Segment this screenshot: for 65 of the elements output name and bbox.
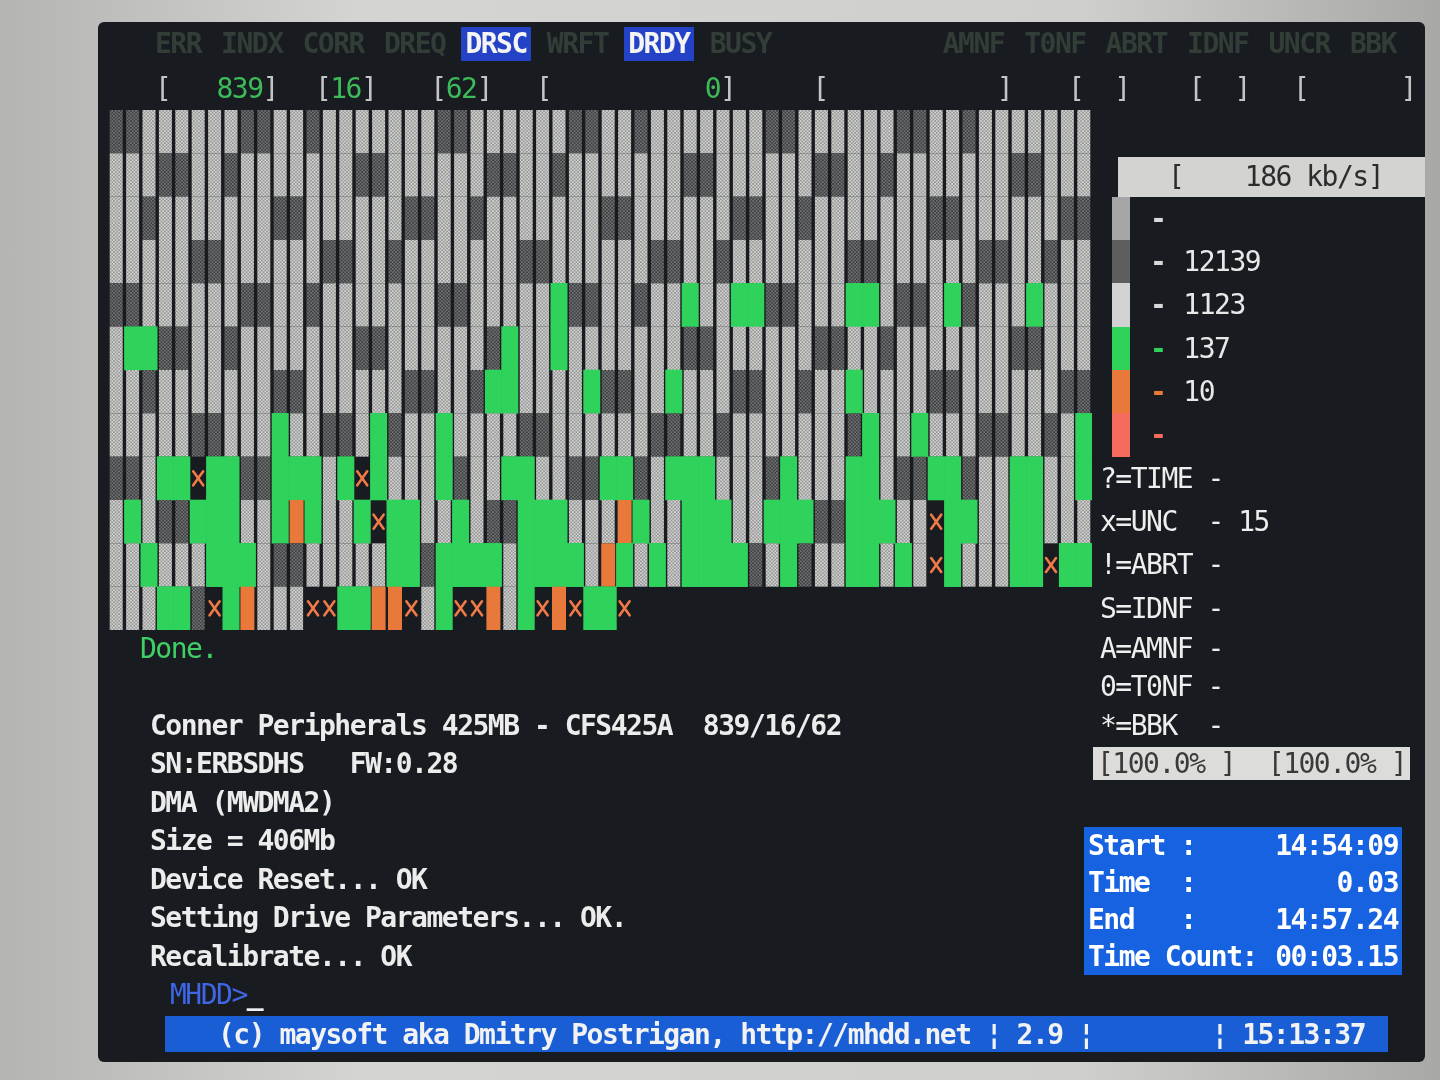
legend-count: 137 — [1183, 331, 1230, 365]
error-legend-item: ?=TIME - — [1100, 461, 1223, 495]
legend-dash: - — [1150, 331, 1166, 365]
cross-icon — [1044, 556, 1058, 574]
console-line: DMA (MWDMA2) — [150, 785, 335, 819]
timing-label: Start : — [1088, 829, 1196, 863]
cross-icon — [323, 600, 336, 617]
status-bar-clock: ¦ 15:13:37 — [1211, 1017, 1365, 1051]
cross-icon — [929, 556, 943, 574]
legend-dash: - — [1150, 201, 1166, 235]
legend-dash: - — [1150, 375, 1166, 409]
position-readout: [ 839] — [155, 71, 278, 105]
legend-count: 12139 — [1183, 245, 1261, 279]
cross-icon — [618, 600, 631, 617]
status-flag-label: DRSC — [461, 27, 531, 61]
timing-value: 0.03 — [1336, 866, 1398, 900]
status-bar-text: (c) maysoft aka Dmitry Postrigan, http://mhdd.net ¦ 2.9 ¦ — [218, 1017, 1094, 1051]
error-legend-item: *=BBK - — [1100, 708, 1223, 742]
position-readout: [ ] — [1292, 71, 1416, 105]
cross-icon — [191, 470, 205, 487]
command-prompt: MHDD> — [170, 978, 247, 1012]
error-legend-item: A=AMNF - — [1100, 632, 1223, 666]
status-flag-label: DRDY — [624, 27, 694, 61]
position-readout: [ ] — [1188, 71, 1250, 105]
position-readout: [ 0] — [535, 71, 736, 105]
cross-icon — [208, 600, 221, 617]
position-readout: [62] — [430, 71, 492, 105]
cross-icon — [355, 470, 369, 487]
console-line: Size = 406Mb — [150, 824, 335, 858]
cross-icon — [405, 600, 418, 617]
error-legend-item: x=UNC - 15 — [1100, 505, 1269, 539]
legend-dash: - — [1150, 288, 1166, 322]
cross-icon — [454, 600, 467, 617]
error-legend-item: 0=T0NF - — [1100, 670, 1223, 704]
legend-count: 10 — [1183, 375, 1215, 409]
cross-icon — [569, 600, 582, 617]
cross-icon — [536, 600, 549, 617]
speed-readout: [ 186 kb/s] — [1118, 157, 1425, 197]
console-line: Device Reset... OK — [150, 862, 427, 896]
error-legend-item: !=ABRT - — [1100, 548, 1223, 582]
cross-icon — [306, 600, 320, 617]
position-readout: [ ] — [812, 71, 1013, 105]
timing-value: 14:57.24 — [1275, 903, 1398, 937]
position-readout: [16] — [314, 71, 377, 105]
timing-value: 14:54:09 — [1275, 829, 1398, 863]
legend-count: 1123 — [1183, 288, 1245, 322]
scan-status-text: Done. — [140, 632, 217, 666]
console-line: SN:ERBSDHS FW:0.28 — [150, 747, 458, 781]
error-legend-item: S=IDNF - — [1100, 591, 1223, 625]
timing-label: End : — [1088, 903, 1196, 937]
cross-icon — [372, 513, 385, 530]
timing-value: 00:03.15 — [1275, 940, 1398, 974]
percent-readout: [100.0% ] — [1097, 747, 1236, 781]
position-readout: [ ] — [1068, 71, 1130, 105]
command-input[interactable]: _ — [246, 978, 277, 1012]
console-line: Setting Drive Parameters... OK. — [150, 901, 627, 935]
legend-dash: - — [1150, 245, 1166, 279]
console-line: Recalibrate... OK — [150, 939, 412, 973]
legend-dash: - — [1150, 418, 1166, 452]
timing-label: Time : — [1088, 866, 1196, 900]
cross-icon — [470, 600, 484, 617]
console-line: Conner Peripherals 425MB - CFS425A 839/16/62 — [150, 708, 842, 742]
percent-readout: [100.0% ] — [1267, 747, 1406, 781]
cross-icon — [929, 513, 943, 530]
timing-label: Time Count: — [1088, 940, 1257, 974]
